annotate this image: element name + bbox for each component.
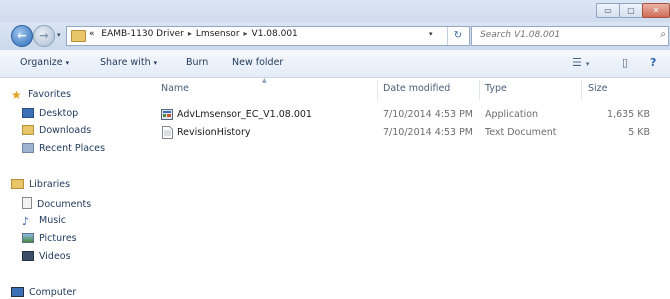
forward-button[interactable]: → [33,25,55,47]
downloads-icon [22,125,34,135]
file-size: 5 KB [628,127,650,138]
minimize-icon: ▭ [604,6,612,15]
command-bar: Organize ▾ Share with ▾ Burn New folder ☰ ▾… [0,50,670,78]
breadcrumb-separator-icon[interactable]: ▸ [240,29,252,38]
file-name[interactable]: AdvLmsensor_EC_V1.08.001 [177,109,312,120]
column-header-date-modified[interactable]: Date modified [383,83,450,94]
refresh-button[interactable]: ↻ [447,27,468,45]
nav-item-label: Recent Places [39,143,106,154]
preview-pane-icon: ▯ [622,56,629,69]
chevron-down-icon: ▾ [585,60,590,68]
address-dropdown-icon[interactable]: ▾ [429,30,433,38]
folder-icon [71,30,86,42]
close-icon: ✕ [652,6,660,15]
share-with-label: Share with [100,57,151,68]
nav-item-videos[interactable]: Videos [22,251,71,262]
sort-indicator-icon: ▲ [262,77,267,84]
videos-icon [22,251,34,261]
nav-item-music[interactable]: ♪ Music [22,215,66,227]
nav-favorites[interactable]: ★ Favorites [11,89,71,101]
breadcrumb-separator-icon[interactable]: ▸ [184,29,196,38]
view-list-icon: ☰ [572,56,582,69]
breadcrumb-item[interactable]: V1.08.001 [252,29,298,39]
nav-favorites-label: Favorites [28,89,71,100]
nav-item-desktop[interactable]: Desktop [22,108,78,119]
desktop-icon [22,108,34,118]
nav-item-documents[interactable]: Documents [22,197,91,210]
text-document-icon [162,126,174,139]
nav-computer[interactable]: Computer [11,287,76,298]
file-type: Text Document [485,127,557,138]
help-button[interactable]: ? [650,56,656,69]
nav-item-downloads[interactable]: Downloads [22,125,91,136]
nav-item-label: Documents [37,199,92,210]
recent-pages-dropdown[interactable]: ▾ [57,31,61,39]
address-row: ← → ▾ « EAMB-1130 Driver ▸ Lmsensor ▸ V1.08.… [0,22,670,50]
search-box[interactable]: ⌕ [471,26,669,46]
nav-item-label: Music [39,215,67,226]
file-date-modified: 7/10/2014 4:53 PM [383,109,474,120]
nav-item-label: Videos [39,251,71,262]
file-name[interactable]: RevisionHistory [177,127,251,138]
star-icon: ★ [11,88,22,102]
nav-item-pictures[interactable]: Pictures [22,233,77,244]
navigation-pane: ★ Favorites Desktop Downloads Recent Plac… [0,78,150,299]
breadcrumb-item[interactable]: EAMB-1130 Driver [101,29,184,39]
change-view-button[interactable]: ☰ ▾ [572,56,589,69]
documents-icon [22,197,32,209]
nav-item-label: Downloads [39,125,92,136]
column-header-type[interactable]: Type [485,83,507,94]
music-icon: ♪ [22,215,30,228]
file-row[interactable]: RevisionHistory 7/10/2014 4:53 PM Text D… [155,126,655,141]
help-icon: ? [650,56,657,69]
column-header-size[interactable]: Size [588,83,608,94]
breadcrumb-overflow[interactable]: « [89,29,95,39]
chevron-down-icon: ▾ [65,59,70,67]
breadcrumb-item[interactable]: Lmsensor [196,29,240,39]
nav-item-label: Desktop [39,108,79,119]
nav-libraries[interactable]: Libraries [11,179,70,190]
organize-label: Organize [20,57,63,68]
share-with-button[interactable]: Share with ▾ [100,57,157,68]
libraries-icon [11,179,24,189]
chevron-down-icon: ▾ [153,59,158,67]
organize-button[interactable]: Organize ▾ [20,57,69,68]
maximize-button[interactable]: ▢ [619,3,643,18]
file-date-modified: 7/10/2014 4:53 PM [383,127,474,138]
file-size: 1,635 KB [607,109,650,120]
nav-item-recent-places[interactable]: Recent Places [22,143,105,154]
column-divider[interactable] [479,80,480,100]
computer-icon [11,287,24,297]
maximize-icon: ▢ [627,6,635,15]
breadcrumb: « EAMB-1130 Driver ▸ Lmsensor ▸ V1.08.001 [89,29,298,39]
file-row[interactable]: AdvLmsensor_EC_V1.08.001 7/10/2014 4:53 … [155,108,655,123]
minimize-button[interactable]: ▭ [596,3,620,18]
pictures-icon [22,233,34,243]
close-button[interactable]: ✕ [642,3,670,18]
title-bar: ▭ ▢ ✕ [0,0,670,22]
column-header-name[interactable]: Name [161,83,189,94]
nav-item-label: Pictures [39,233,77,244]
column-divider[interactable] [377,80,378,100]
back-arrow-icon: ← [17,29,27,42]
burn-button[interactable]: Burn [186,57,208,68]
column-divider[interactable] [581,80,582,100]
new-folder-button[interactable]: New folder [232,57,283,68]
nav-libraries-label: Libraries [29,179,71,190]
nav-computer-label: Computer [29,287,77,298]
recent-places-icon [22,143,34,153]
search-icon[interactable]: ⌕ [660,29,666,40]
application-icon [161,108,173,121]
address-bar[interactable]: « EAMB-1130 Driver ▸ Lmsensor ▸ V1.08.001 ▾ … [66,26,470,46]
file-type: Application [485,109,539,120]
back-button[interactable]: ← [11,25,33,47]
search-input[interactable] [472,27,650,43]
forward-arrow-icon: → [39,29,49,42]
preview-pane-button[interactable]: ▯ [622,56,628,69]
